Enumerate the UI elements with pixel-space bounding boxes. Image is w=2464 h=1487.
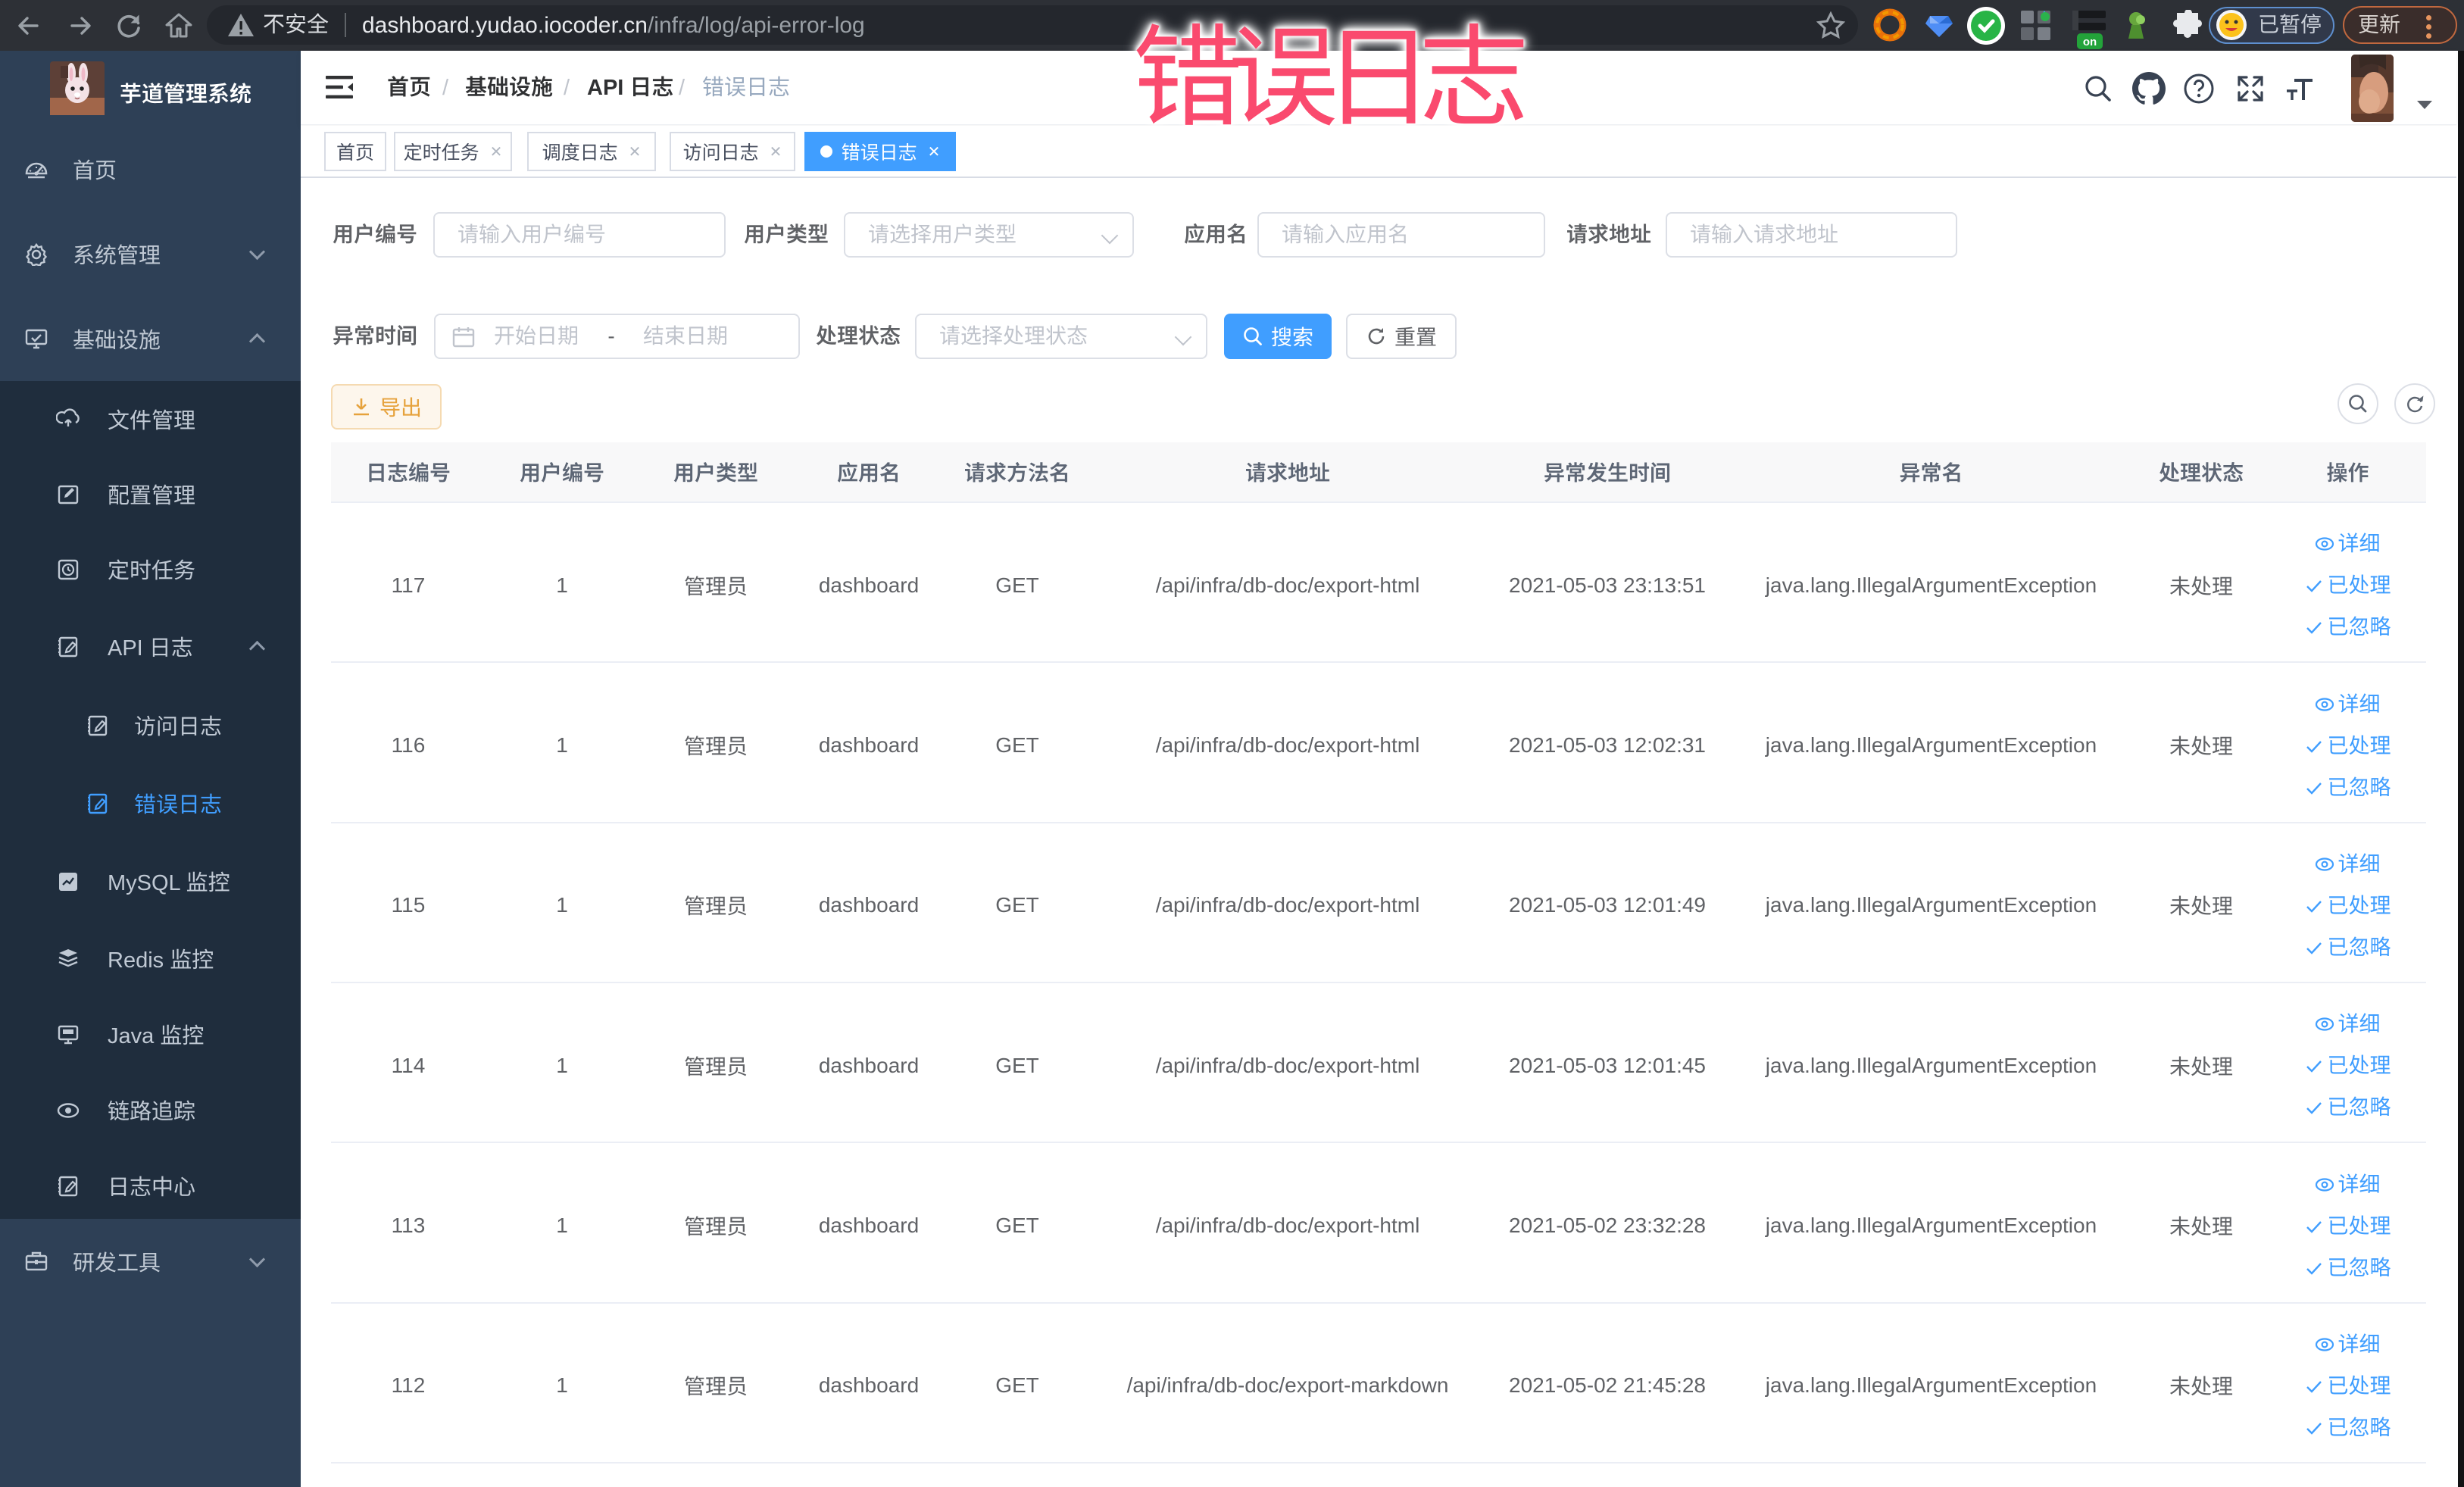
svg-text:on: on xyxy=(2083,36,2097,48)
